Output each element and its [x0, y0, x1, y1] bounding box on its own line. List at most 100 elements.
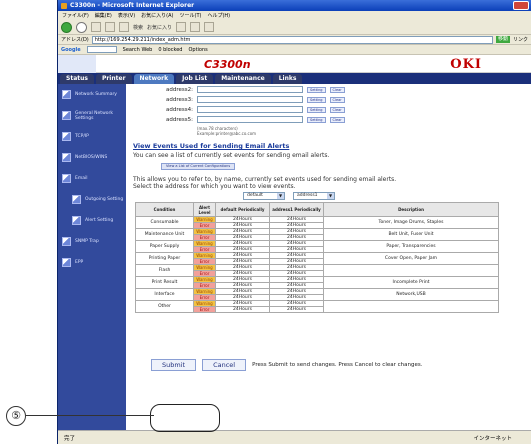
menu-file[interactable]: ファイル(F)	[62, 12, 89, 19]
popup-blocked-indicator[interactable]: 0 blocked	[158, 47, 182, 53]
sidebar-item-general-network-settings[interactable]: General Network Settings	[58, 105, 126, 126]
mail-button[interactable]	[190, 22, 201, 32]
browser-window: C3300n - Microsoft Internet Explorer ファイ…	[57, 0, 531, 444]
menu-view[interactable]: 表示(V)	[118, 12, 135, 19]
zone-indicator: インターネット	[473, 435, 512, 442]
sidebar-item-netbios-wins[interactable]: NetBIOS/WINS	[58, 147, 126, 168]
view-list-button[interactable]: View a List of Current Configurations	[161, 163, 236, 170]
nav-icon	[72, 216, 81, 225]
search-web-button[interactable]: Search Web	[123, 47, 153, 53]
address5-setting-button[interactable]: Setting	[307, 116, 326, 123]
chevron-down-icon: ▼	[277, 193, 284, 199]
address5-label: address5:	[166, 116, 193, 123]
nav-icon	[62, 90, 71, 99]
menu-help[interactable]: ヘルプ(H)	[207, 12, 230, 19]
url-input[interactable]: http://169.254.29.211/index_adm.htm	[91, 35, 493, 44]
period-cell[interactable]: 24Hours	[215, 306, 270, 313]
events-para1: You can see a list of currently set even…	[133, 152, 330, 159]
step-marker: ⑤	[6, 406, 26, 426]
warning-cell: Warning	[193, 216, 216, 223]
address3-input[interactable]	[197, 96, 303, 103]
printer-model: C3300n	[204, 58, 251, 71]
menu-favorites[interactable]: お気に入り(A)	[141, 12, 173, 19]
links-label[interactable]: リンク	[513, 36, 528, 43]
description-cell: Incomplete Print	[323, 276, 499, 289]
options-button[interactable]: Options	[188, 47, 207, 53]
events-para2: This allows you to refer to, by name, cu…	[133, 176, 397, 183]
refresh-button[interactable]	[105, 22, 115, 32]
description-cell: Belt Unit, Fuser Unit	[323, 228, 499, 241]
sidebar-item-snmp-trap[interactable]: SNMP Trap	[58, 231, 126, 252]
address4-setting-button[interactable]: Setting	[307, 106, 326, 113]
condition-cell: Printing Paper	[135, 252, 194, 265]
home-button[interactable]	[119, 22, 129, 32]
address-label: アドレス(D)	[61, 37, 89, 43]
sidebar-item-outgoing-setting[interactable]: Outgoing Setting	[58, 189, 126, 210]
tab-links[interactable]: Links	[272, 74, 303, 84]
address4-row: address4: Setting Clear	[133, 106, 345, 113]
footer-instruction: Press Submit to send changes. Press Canc…	[252, 361, 423, 368]
condition-cell: Flash	[135, 264, 194, 277]
google-search-input[interactable]	[86, 46, 117, 53]
menu-tools[interactable]: ツール(T)	[180, 12, 202, 19]
nav-icon	[62, 258, 71, 267]
google-logo: Google	[61, 46, 81, 53]
sidebar-item-tcpip[interactable]: TCP/IP	[58, 126, 126, 147]
address-select[interactable]: address1 ▼	[293, 192, 335, 200]
submit-button[interactable]: Submit	[151, 358, 197, 371]
go-button[interactable]: 移動	[495, 36, 510, 43]
submit-callout-highlight	[150, 404, 220, 432]
condition-cell: Other	[135, 300, 194, 313]
address3-setting-button[interactable]: Setting	[307, 96, 326, 103]
tab-job-list[interactable]: Job List	[176, 74, 214, 84]
media-button[interactable]	[176, 22, 187, 32]
events-heading[interactable]: View Events Used for Sending Email Alert…	[133, 142, 289, 150]
col-default: default Periodically	[215, 202, 270, 217]
description-cell: Cover Open, Paper Jam	[323, 252, 499, 265]
tab-network[interactable]: Network	[133, 74, 175, 84]
default-select[interactable]: default ▼	[243, 192, 285, 200]
print-button[interactable]	[204, 22, 215, 32]
forward-button[interactable]	[76, 21, 87, 33]
close-window-button[interactable]	[513, 1, 529, 10]
address4-clear-button[interactable]: Clear	[329, 106, 345, 113]
address4-label: address4:	[166, 106, 193, 113]
address5-input[interactable]	[197, 116, 303, 123]
cancel-button[interactable]: Cancel	[202, 358, 247, 371]
col-condition: Condition	[135, 202, 194, 217]
tab-maintenance[interactable]: Maintenance	[215, 74, 271, 84]
address4-input[interactable]	[197, 106, 303, 113]
tab-status[interactable]: Status	[60, 74, 94, 84]
example-note: Example:printer@abc.co.com	[197, 131, 257, 136]
sidebar-item-email[interactable]: Email	[58, 168, 126, 189]
nav-icon	[62, 153, 71, 162]
callout-leader-line	[26, 415, 154, 416]
nav-icon	[62, 111, 71, 120]
menu-edit[interactable]: 編集(E)	[95, 12, 112, 19]
sidebar: Network Summary General Network Settings…	[58, 84, 126, 430]
sidebar-item-alert-setting[interactable]: Alert Setting	[58, 210, 126, 231]
description-cell: Network,USB	[323, 288, 499, 301]
period-cell[interactable]: 24Hours	[269, 306, 324, 313]
address2-input[interactable]	[197, 86, 303, 93]
description-cell: Paper, Transparencies	[323, 240, 499, 253]
tab-printer[interactable]: Printer	[95, 74, 132, 84]
search-button[interactable]: 検索	[133, 24, 143, 31]
address2-clear-button[interactable]: Clear	[329, 86, 345, 93]
address3-clear-button[interactable]: Clear	[329, 96, 345, 103]
stop-button[interactable]	[91, 22, 101, 32]
address2-label: address2:	[166, 86, 193, 93]
address2-setting-button[interactable]: Setting	[307, 86, 326, 93]
address5-row: address5: Setting Clear	[133, 116, 345, 123]
back-button[interactable]	[61, 21, 72, 33]
description-cell: Toner, Image Drums, Staples	[323, 216, 499, 229]
sidebar-item-epp[interactable]: EPP	[58, 252, 126, 273]
favorites-button[interactable]: お気に入り	[147, 24, 172, 31]
sidebar-item-network-summary[interactable]: Network Summary	[58, 84, 126, 105]
col-description: Description	[323, 202, 499, 217]
description-cell	[323, 264, 499, 277]
web-page: C3300n OKI Status Printer Network Job Li…	[58, 55, 531, 430]
address5-clear-button[interactable]: Clear	[329, 116, 345, 123]
oki-logo: OKI	[450, 57, 482, 72]
table-header-row: Condition Alert Level default Periodical…	[135, 202, 499, 217]
